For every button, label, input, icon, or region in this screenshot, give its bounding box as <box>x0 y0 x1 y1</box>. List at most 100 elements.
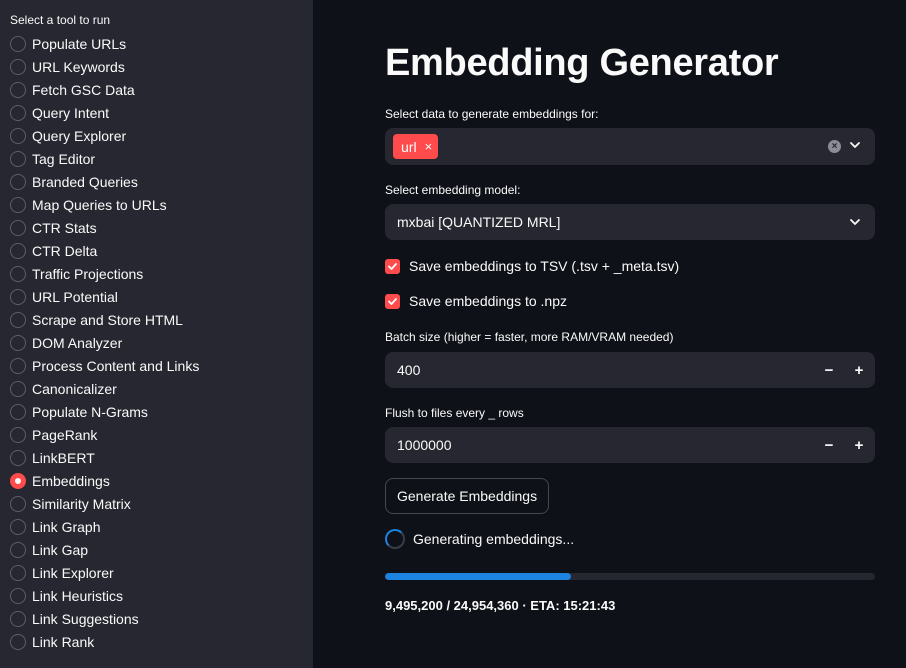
sidebar-item-tag-editor[interactable]: Tag Editor <box>10 147 313 170</box>
checkbox-checked-icon[interactable] <box>385 258 400 274</box>
save-npz-label: Save embeddings to .npz <box>409 293 567 309</box>
radio-icon[interactable] <box>10 150 26 167</box>
checkbox-checked-icon[interactable] <box>385 293 400 309</box>
sidebar-item-label: DOM Analyzer <box>32 334 123 351</box>
batch-size-decrement-button[interactable]: − <box>815 352 843 388</box>
flush-increment-button[interactable]: + <box>845 427 873 463</box>
save-npz-checkbox[interactable]: Save embeddings to .npz <box>385 293 567 309</box>
progress-fill <box>385 573 572 580</box>
flush-decrement-button[interactable]: − <box>815 427 843 463</box>
sidebar-item-label: Query Explorer <box>32 127 127 144</box>
radio-icon[interactable] <box>10 633 26 650</box>
spinner-icon <box>385 529 405 549</box>
status-text: Generating embeddings... <box>413 531 575 547</box>
sidebar-item-label: Populate N-Grams <box>32 403 148 420</box>
radio-icon[interactable] <box>10 81 26 98</box>
batch-size-increment-button[interactable]: + <box>845 352 873 388</box>
sidebar-item-link-explorer[interactable]: Link Explorer <box>10 561 313 584</box>
radio-icon[interactable] <box>10 35 26 52</box>
sidebar-item-url-potential[interactable]: URL Potential <box>10 285 313 308</box>
sidebar-item-process-content-and-links[interactable]: Process Content and Links <box>10 354 313 377</box>
sidebar-item-label: Canonicalizer <box>32 380 117 397</box>
radio-icon[interactable] <box>10 564 26 581</box>
sidebar-item-map-queries-to-urls[interactable]: Map Queries to URLs <box>10 193 313 216</box>
radio-icon[interactable] <box>10 265 26 282</box>
chip-remove-icon[interactable]: × <box>425 139 433 154</box>
sidebar-item-label: CTR Delta <box>32 242 98 259</box>
radio-icon[interactable] <box>10 104 26 121</box>
sidebar-item-label: Populate URLs <box>32 35 127 52</box>
sidebar-item-link-gap[interactable]: Link Gap <box>10 538 313 561</box>
sidebar-item-populate-urls[interactable]: Populate URLs <box>10 32 313 55</box>
radio-icon[interactable] <box>10 334 26 351</box>
sidebar-item-label: PageRank <box>32 426 98 443</box>
sidebar-item-populate-n-grams[interactable]: Populate N-Grams <box>10 400 313 423</box>
model-select-label: Select embedding model: <box>385 183 521 197</box>
model-select[interactable]: mxbai [QUANTIZED MRL] <box>385 204 875 240</box>
flush-label: Flush to files every _ rows <box>385 406 524 420</box>
radio-icon[interactable] <box>10 380 26 397</box>
radio-icon[interactable] <box>10 242 26 259</box>
radio-icon[interactable] <box>10 288 26 305</box>
sidebar-item-canonicalizer[interactable]: Canonicalizer <box>10 377 313 400</box>
radio-icon[interactable] <box>10 58 26 75</box>
radio-icon[interactable] <box>10 127 26 144</box>
sidebar-item-branded-queries[interactable]: Branded Queries <box>10 170 313 193</box>
sidebar-item-scrape-and-store-html[interactable]: Scrape and Store HTML <box>10 308 313 331</box>
sidebar-item-link-heuristics[interactable]: Link Heuristics <box>10 584 313 607</box>
sidebar-item-link-rank[interactable]: Link Rank <box>10 630 313 653</box>
sidebar-item-embeddings[interactable]: Embeddings <box>10 469 313 492</box>
radio-icon[interactable] <box>10 518 26 535</box>
radio-icon[interactable] <box>10 403 26 420</box>
radio-icon[interactable] <box>10 495 26 512</box>
radio-selected-icon[interactable] <box>10 472 26 489</box>
sidebar-item-label: Embeddings <box>32 472 110 489</box>
sidebar: Select a tool to run Populate URLs URL Ke… <box>0 0 313 668</box>
sidebar-item-label: Process Content and Links <box>32 357 200 374</box>
radio-icon[interactable] <box>10 357 26 374</box>
sidebar-item-dom-analyzer[interactable]: DOM Analyzer <box>10 331 313 354</box>
sidebar-item-url-keywords[interactable]: URL Keywords <box>10 55 313 78</box>
status-row: Generating embeddings... <box>385 529 574 549</box>
radio-icon[interactable] <box>10 610 26 627</box>
radio-icon[interactable] <box>10 541 26 558</box>
save-tsv-checkbox[interactable]: Save embeddings to TSV (.tsv + _meta.tsv… <box>385 258 679 274</box>
radio-icon[interactable] <box>10 426 26 443</box>
sidebar-item-query-explorer[interactable]: Query Explorer <box>10 124 313 147</box>
sidebar-item-label: Fetch GSC Data <box>32 81 135 98</box>
sidebar-item-label: Map Queries to URLs <box>32 196 167 213</box>
sidebar-item-ctr-stats[interactable]: CTR Stats <box>10 216 313 239</box>
sidebar-item-label: Link Graph <box>32 518 101 535</box>
chevron-down-icon[interactable] <box>849 216 861 228</box>
clear-all-icon[interactable]: × <box>828 140 841 153</box>
sidebar-item-label: Link Rank <box>32 633 95 650</box>
chip-url: url × <box>393 134 439 159</box>
sidebar-item-fetch-gsc-data[interactable]: Fetch GSC Data <box>10 78 313 101</box>
sidebar-item-label: Query Intent <box>32 104 110 121</box>
sidebar-item-link-graph[interactable]: Link Graph <box>10 515 313 538</box>
sidebar-item-linkbert[interactable]: LinkBERT <box>10 446 313 469</box>
sidebar-item-similarity-matrix[interactable]: Similarity Matrix <box>10 492 313 515</box>
radio-icon[interactable] <box>10 173 26 190</box>
sidebar-item-query-intent[interactable]: Query Intent <box>10 101 313 124</box>
radio-icon[interactable] <box>10 449 26 466</box>
chevron-down-icon[interactable] <box>849 139 861 151</box>
radio-icon[interactable] <box>10 196 26 213</box>
save-tsv-label: Save embeddings to TSV (.tsv + _meta.tsv… <box>409 258 680 274</box>
flush-input[interactable] <box>397 437 777 453</box>
page-title: Embedding Generator <box>385 42 779 84</box>
sidebar-item-label: CTR Stats <box>32 219 97 236</box>
sidebar-item-link-suggestions[interactable]: Link Suggestions <box>10 607 313 630</box>
radio-icon[interactable] <box>10 219 26 236</box>
progress-text: 9,495,200 / 24,954,360 · ETA: 15:21:43 <box>385 598 616 613</box>
batch-size-input[interactable] <box>397 362 777 378</box>
radio-icon[interactable] <box>10 311 26 328</box>
sidebar-item-pagerank[interactable]: PageRank <box>10 423 313 446</box>
radio-icon[interactable] <box>10 587 26 604</box>
batch-size-stepper: − + <box>385 352 875 388</box>
progress-bar <box>385 573 875 580</box>
generate-embeddings-button[interactable]: Generate Embeddings <box>385 478 550 514</box>
data-multiselect[interactable]: url × × <box>385 128 875 165</box>
sidebar-item-traffic-projections[interactable]: Traffic Projections <box>10 262 313 285</box>
sidebar-item-ctr-delta[interactable]: CTR Delta <box>10 239 313 262</box>
